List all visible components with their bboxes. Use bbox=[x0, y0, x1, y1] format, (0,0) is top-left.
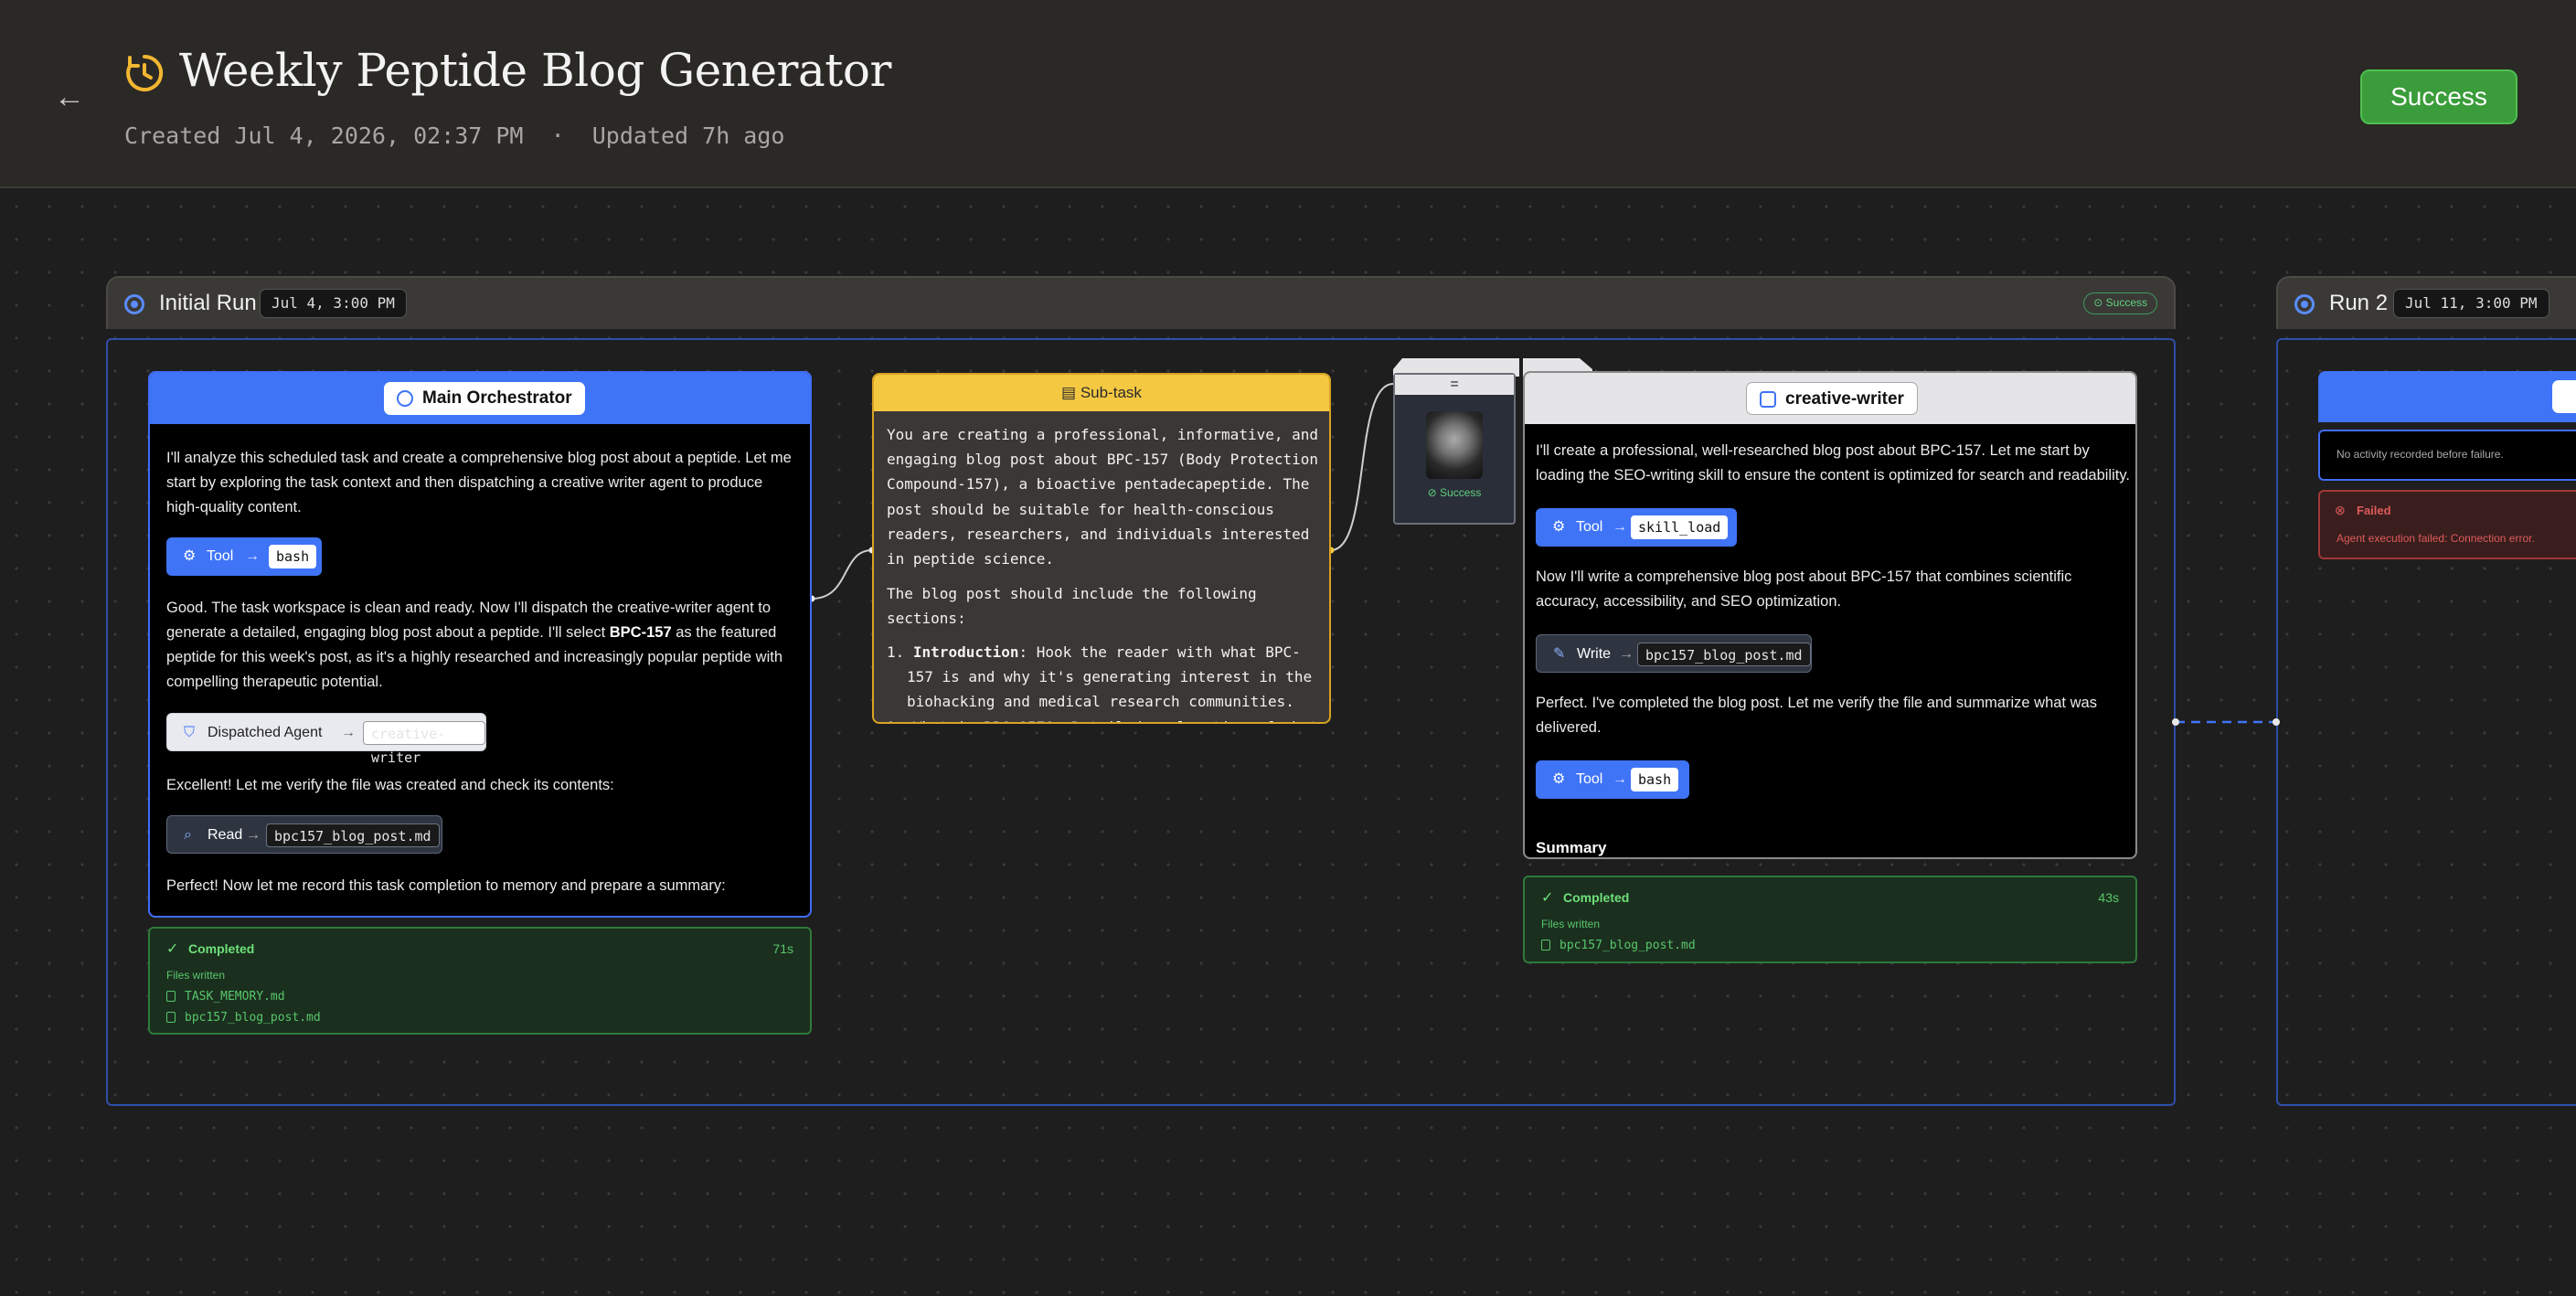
gear-icon bbox=[397, 390, 413, 407]
subtask-card[interactable]: ▤ Sub-task You are creating a profession… bbox=[872, 373, 1331, 724]
message-text: Perfect! Now let me record this task com… bbox=[166, 877, 726, 894]
read-value: bpc157_blog_post.md bbox=[266, 823, 440, 847]
file-item[interactable]: bpc157_blog_post.md bbox=[1559, 939, 1696, 952]
run2-empty-panel: No activity recorded before failure. bbox=[2318, 430, 2576, 481]
dispatched-agent-chip[interactable]: ⛉ Dispatched Agent → creative-writer bbox=[166, 713, 486, 766]
tool-label: Tool bbox=[1576, 519, 1603, 535]
files-written-label: Files written bbox=[1541, 918, 1601, 930]
message-text: I'll create a professional, well-researc… bbox=[1536, 442, 2130, 483]
peptide-name: BPC-157 bbox=[609, 624, 672, 641]
file-item[interactable]: TASK_MEMORY.md bbox=[185, 990, 285, 1004]
message-text: Perfect. I've completed the blog post. L… bbox=[1536, 695, 2097, 736]
arrow-right-icon: → bbox=[1619, 646, 1634, 662]
subtask-text: The blog post should include the followi… bbox=[887, 585, 1257, 628]
tool-call-chip[interactable]: ⚙ Tool → bash bbox=[166, 537, 322, 576]
write-value: bpc157_blog_post.md bbox=[1637, 643, 1811, 666]
failed-label: Failed bbox=[2357, 504, 2391, 517]
message-text: Excellent! Let me verify the file was cr… bbox=[166, 777, 614, 793]
gear-icon: ⚙ bbox=[1552, 519, 1566, 535]
search-icon: ⌕ bbox=[184, 827, 192, 843]
card-title: creative-writer bbox=[1785, 389, 1904, 409]
tool-value: bash bbox=[1631, 768, 1679, 791]
failed-icon: ⊗ bbox=[2335, 503, 2346, 517]
card-title-pill: Main Orchestrator bbox=[384, 382, 585, 415]
write-file-chip[interactable]: ✎ Write → bpc157_blog_post.md bbox=[1536, 634, 1812, 673]
arrow-right-icon: → bbox=[341, 725, 356, 740]
pencil-icon: ✎ bbox=[1553, 646, 1566, 662]
arrow-right-icon: → bbox=[1613, 771, 1627, 787]
subtask-icon: ▤ bbox=[1061, 384, 1080, 401]
duration: 43s bbox=[2098, 890, 2119, 905]
files-written-label: Files written bbox=[166, 969, 226, 982]
tool-label: Tool bbox=[207, 548, 234, 564]
subtask-text: You are creating a professional, informa… bbox=[887, 426, 1319, 568]
completed-panel: ✓ Completed 43s Files written bpc157_blo… bbox=[1523, 876, 2137, 963]
card-header: creative-writer bbox=[1525, 373, 2135, 424]
agent-menu-icon[interactable]: = bbox=[1395, 375, 1514, 395]
subtask-list-item: 2. What is BPC-157?: Detailed explanatio… bbox=[887, 715, 1322, 722]
gear-icon: ⚙ bbox=[183, 548, 197, 564]
check-icon: ✓ bbox=[166, 941, 179, 957]
dispatch-value: creative-writer bbox=[363, 721, 485, 766]
gear-icon: ⚙ bbox=[1552, 771, 1566, 787]
run2-card-header[interactable] bbox=[2318, 371, 2576, 422]
card-title-pill: creative-writer bbox=[1746, 382, 1918, 415]
duration: 71s bbox=[772, 941, 793, 956]
completed-label: Completed bbox=[188, 941, 255, 956]
list-heading: Introduction bbox=[912, 643, 1019, 661]
list-number: 1. bbox=[887, 643, 905, 661]
completed-label: Completed bbox=[1563, 890, 1630, 905]
file-icon bbox=[1541, 940, 1550, 951]
arrow-right-icon: → bbox=[246, 827, 261, 843]
agent-avatar-card[interactable]: = ⊘ Success bbox=[1393, 373, 1516, 525]
tool-call-chip[interactable]: ⚙ Tool → bash bbox=[1536, 760, 1689, 799]
failed-error: Agent execution failed: Connection error… bbox=[2336, 532, 2535, 545]
agent-icon: ⛉ bbox=[184, 725, 196, 740]
completed-panel: ✓ Completed 71s Files written TASK_MEMOR… bbox=[148, 927, 812, 1035]
agent-status-label: Success bbox=[1440, 486, 1482, 499]
read-file-chip[interactable]: ⌕ Read → bpc157_blog_post.md bbox=[166, 815, 442, 854]
summary-heading: Summary bbox=[1536, 839, 1607, 856]
file-icon bbox=[166, 1012, 176, 1023]
no-activity-text: No activity recorded before failure. bbox=[2336, 448, 2504, 461]
message-text: Now I'll write a comprehensive blog post… bbox=[1536, 568, 2072, 610]
arrow-right-icon: → bbox=[1613, 519, 1627, 535]
run2-failed-panel: ⊗ Failed Agent execution failed: Connect… bbox=[2318, 490, 2576, 559]
tool-call-chip[interactable]: ⚙ Tool → skill_load bbox=[1536, 508, 1737, 547]
run2-card-pill-edge bbox=[2552, 380, 2576, 413]
file-icon bbox=[166, 991, 176, 1002]
message-text: I'll analyze this scheduled task and cre… bbox=[166, 450, 792, 515]
card-title: Main Orchestrator bbox=[422, 388, 572, 408]
main-orchestrator-card[interactable]: Main Orchestrator I'll analyze this sche… bbox=[148, 371, 812, 918]
tool-label: Tool bbox=[1576, 771, 1603, 787]
message-text: Good. The task workspace is clean and re… bbox=[166, 596, 797, 695]
card-header: Main Orchestrator bbox=[150, 373, 810, 424]
arrow-right-icon: → bbox=[245, 548, 260, 564]
creative-writer-card[interactable]: creative-writer I'll create a profession… bbox=[1523, 371, 2137, 859]
subtask-header: ▤ Sub-task bbox=[874, 375, 1329, 411]
dispatch-label: Dispatched Agent bbox=[208, 725, 323, 740]
tool-value: bash bbox=[269, 545, 317, 568]
subtask-title: Sub-task bbox=[1080, 384, 1142, 401]
check-icon: ✓ bbox=[1541, 890, 1554, 906]
robot-icon bbox=[1760, 391, 1776, 408]
agent-avatar bbox=[1426, 411, 1483, 479]
file-item[interactable]: bpc157_blog_post.md bbox=[185, 1011, 321, 1025]
write-label: Write bbox=[1577, 646, 1612, 662]
tool-value: skill_load bbox=[1631, 515, 1729, 539]
subtask-list-item: 1. Introduction: Hook the reader with wh… bbox=[887, 640, 1322, 715]
read-label: Read bbox=[208, 827, 243, 843]
agent-status: ⊘ Success bbox=[1427, 486, 1482, 499]
